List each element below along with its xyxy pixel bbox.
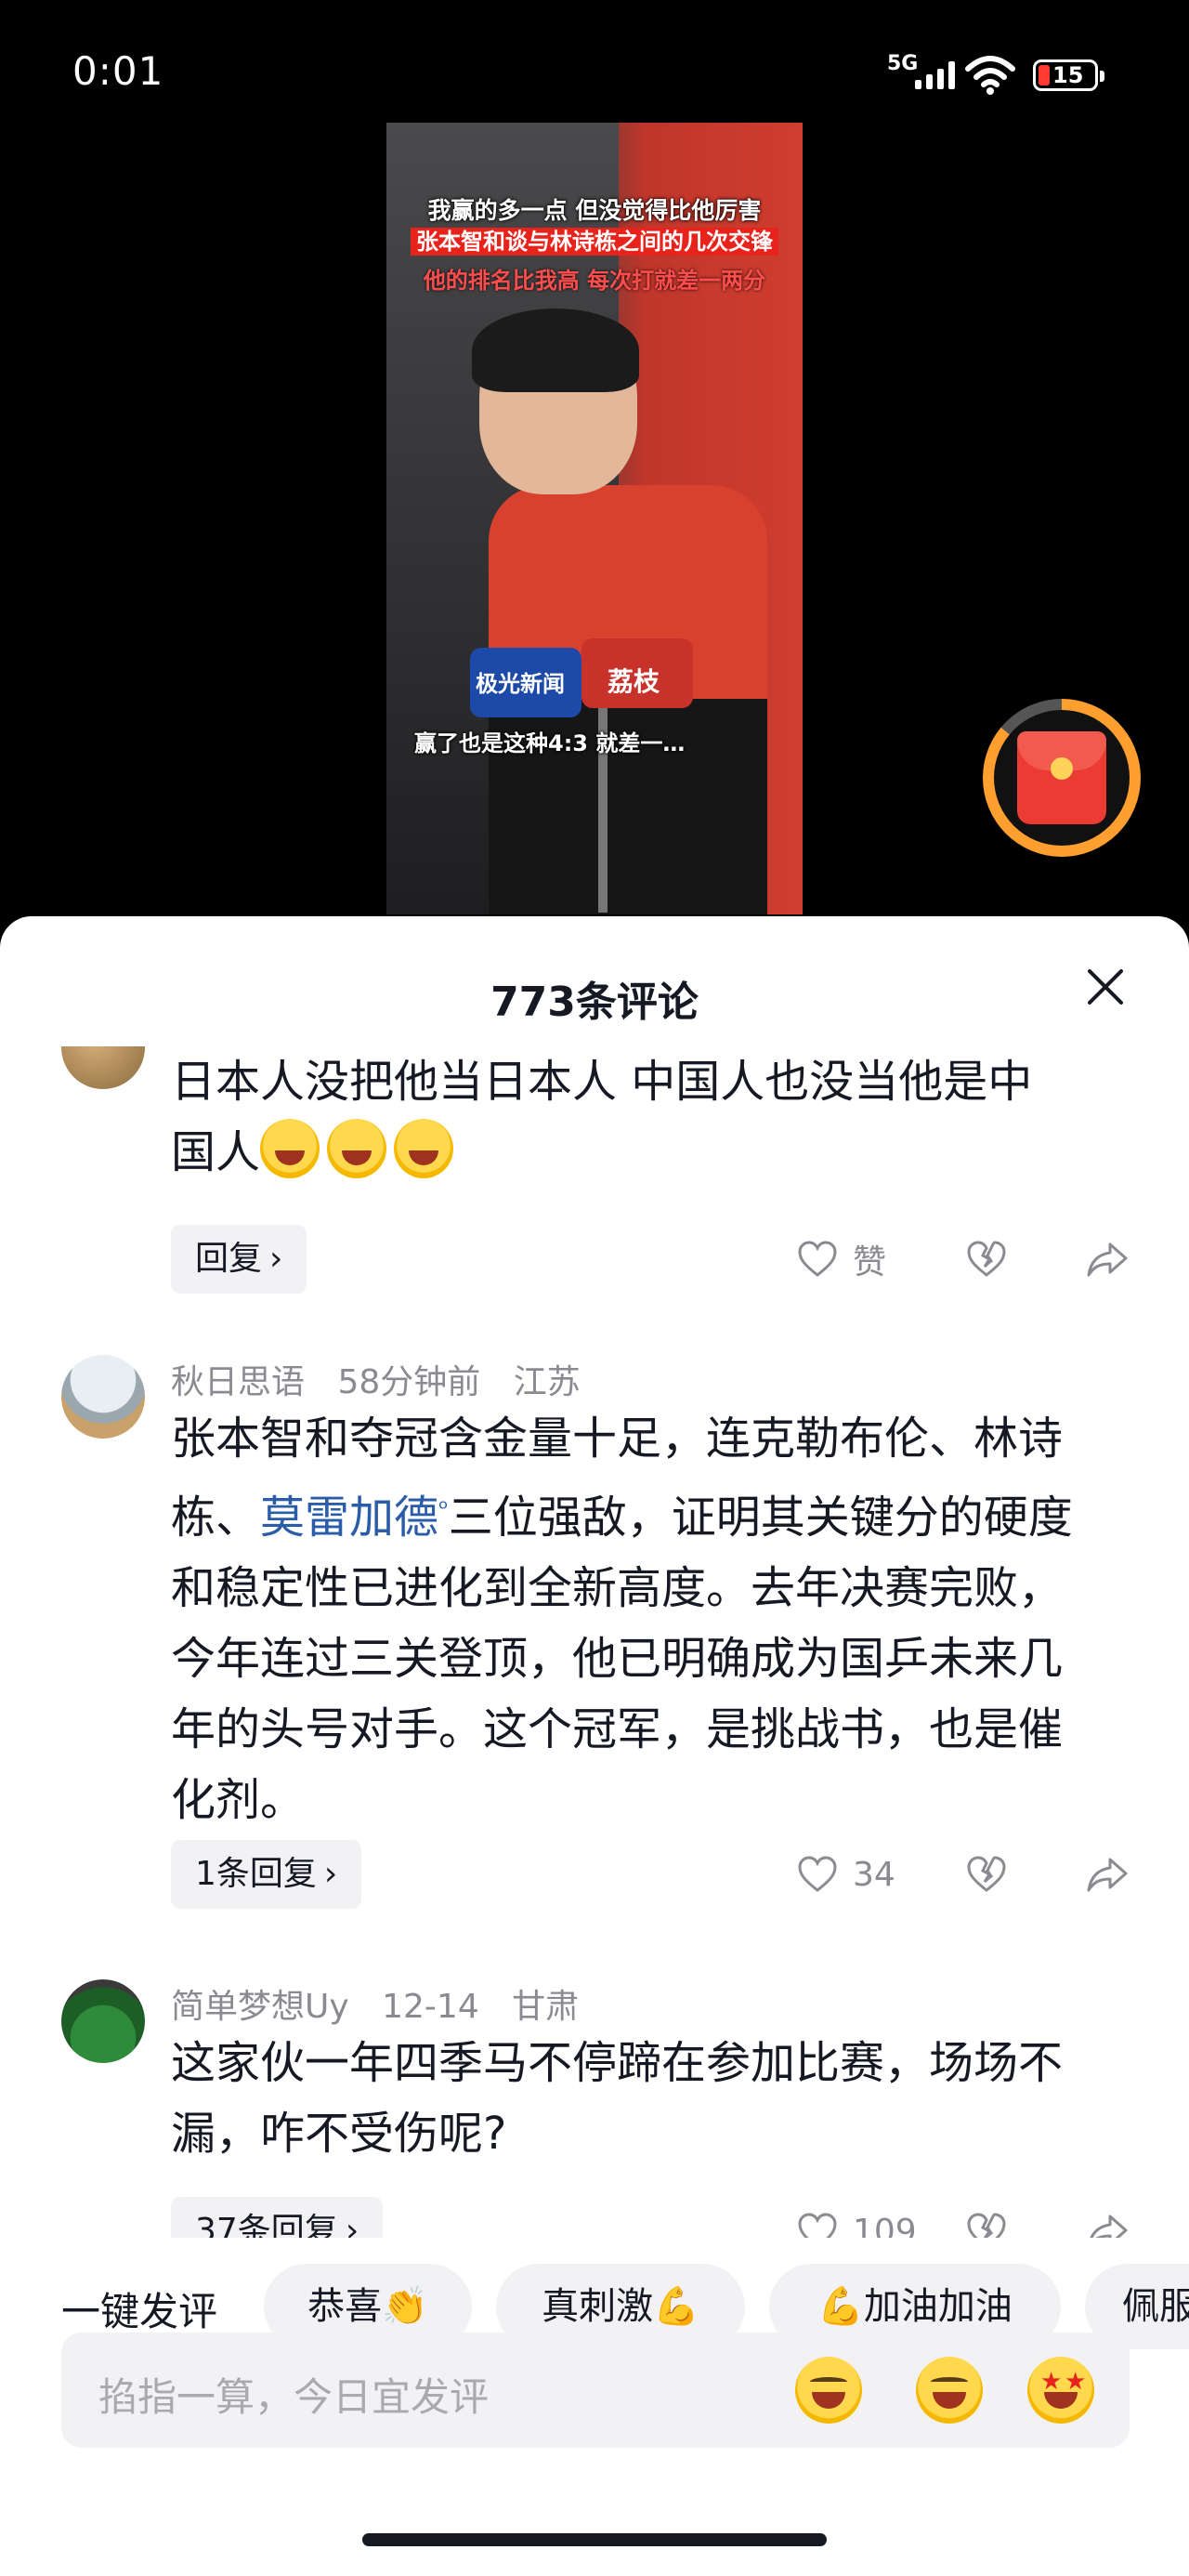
laugh-cry-emoji-icon — [327, 1119, 387, 1178]
comment-input[interactable]: 掐指一算，今日宜发评 — [61, 2333, 1130, 2448]
like-button[interactable]: 34 — [795, 1840, 895, 1909]
comment-username[interactable]: 秋日思语 — [171, 1363, 305, 1401]
dislike-button[interactable] — [964, 2197, 1009, 2238]
like-label: 赞 — [853, 1243, 887, 1281]
comment-time: 12-14 — [382, 1988, 479, 2026]
comment-meta: 秋日思语 58分钟前 江苏 — [171, 1355, 603, 1403]
wifi-icon — [965, 56, 1015, 95]
share-button[interactable] — [1085, 1225, 1130, 1294]
video-player[interactable]: 极光新闻 荔枝 我赢的多一点 但没觉得比他厉害 张本智和谈与林诗栋之间的几次交锋… — [386, 123, 803, 914]
red-packet-button[interactable] — [983, 699, 1141, 857]
share-button[interactable] — [1085, 1840, 1130, 1909]
mic-label-right: 荔枝 — [608, 666, 660, 697]
battery-icon: 15 — [1033, 59, 1104, 91]
video-caption-2: 张本智和谈与林诗栋之间的几次交锋 — [386, 223, 803, 256]
grin-emoji-icon[interactable] — [916, 2357, 983, 2424]
comment-actions: 109 — [795, 2197, 1148, 2238]
share-arrow-icon — [1087, 1242, 1128, 1277]
broken-heart-icon — [967, 2213, 1006, 2238]
laugh-cry-emoji-icon — [394, 1119, 454, 1178]
star-eyes-emoji-icon[interactable] — [1027, 2357, 1094, 2424]
view-replies-button[interactable]: 37条回复 › — [171, 2197, 384, 2238]
comment-text: 日本人没把他当日本人 中国人也没当他是中 国人 — [171, 1056, 1033, 1178]
status-bar: 0:01 5G 15 — [0, 0, 1189, 139]
video-caption-3: 他的排名比我高 每次打就差一两分 — [423, 268, 766, 294]
laugh-cry-emoji-icon[interactable] — [795, 2357, 862, 2424]
heart-icon — [798, 1856, 837, 1892]
avatar[interactable] — [61, 1046, 145, 1089]
comment-meta: 简单梦想Uy 12-14 甘肃 — [171, 1979, 601, 2028]
comment-input-placeholder: 掐指一算，今日宜发评 — [98, 2374, 490, 2420]
dislike-button[interactable] — [964, 1840, 1009, 1909]
clock: 0:01 — [72, 48, 164, 94]
comment-count-title: 773条评论 — [490, 979, 699, 1026]
like-button[interactable]: 109 — [795, 2197, 917, 2238]
comment-username[interactable]: 简单梦想Uy — [171, 1988, 349, 2026]
signal-icon — [915, 58, 955, 89]
dislike-button[interactable] — [964, 1225, 1009, 1294]
share-arrow-icon — [1087, 1858, 1128, 1892]
comment-location: 江苏 — [513, 1363, 581, 1401]
laugh-cry-emoji-icon — [260, 1119, 320, 1178]
comment-actions: 34 — [795, 1840, 1148, 1909]
comment-location: 甘肃 — [512, 1988, 580, 2026]
battery-level: 15 — [1052, 62, 1084, 88]
comment-time: 58分钟前 — [337, 1363, 481, 1401]
reply-button[interactable]: 回复 › — [171, 1225, 307, 1294]
close-icon[interactable] — [1078, 959, 1133, 1015]
red-envelope-icon — [1017, 731, 1106, 824]
quick-reply-label: 一键发评 — [61, 2289, 218, 2334]
network-type: 5G — [887, 52, 919, 75]
share-button[interactable] — [1085, 2197, 1130, 2238]
search-link[interactable]: 莫雷加德ᵒ — [260, 1492, 449, 1544]
like-button[interactable]: 赞 — [795, 1225, 886, 1294]
broken-heart-icon — [967, 1856, 1006, 1892]
heart-icon — [798, 2213, 837, 2238]
broken-heart-icon — [967, 1241, 1006, 1277]
comment-actions: 赞 — [795, 1225, 1148, 1294]
share-arrow-icon — [1090, 2215, 1128, 2238]
video-subtitle: 赢了也是这种4:3 就差一… — [414, 730, 686, 756]
mic-label-left: 极光新闻 — [476, 671, 565, 697]
avatar[interactable] — [61, 1979, 145, 2063]
video-caption-1: 我赢的多一点 但没觉得比他厉害 — [427, 197, 762, 224]
comment-text: 张本智和夺冠含金量十足，连克勒布伦、林诗栋、莫雷加德ᵒ三位强敌，证明其关键分的硬… — [171, 1413, 1073, 1826]
like-count: 109 — [853, 2212, 917, 2239]
avatar[interactable] — [61, 1355, 145, 1439]
like-count: 34 — [853, 1855, 895, 1894]
view-replies-button[interactable]: 1条回复 › — [171, 1840, 362, 1909]
home-indicator[interactable] — [362, 2533, 827, 2546]
comment-text: 这家伙一年四季马不停蹄在参加比赛，场场不漏，咋不受伤呢? — [171, 2037, 1064, 2160]
heart-icon — [798, 1241, 837, 1277]
comment-sheet: 773条评论 日本人没把他当日本人 中国人也没当他是中 国人 回复 › 赞 秋日… — [0, 916, 1189, 2576]
comment-list[interactable]: 日本人没把他当日本人 中国人也没当他是中 国人 回复 › 赞 秋日思语 58分钟… — [0, 1046, 1189, 2238]
